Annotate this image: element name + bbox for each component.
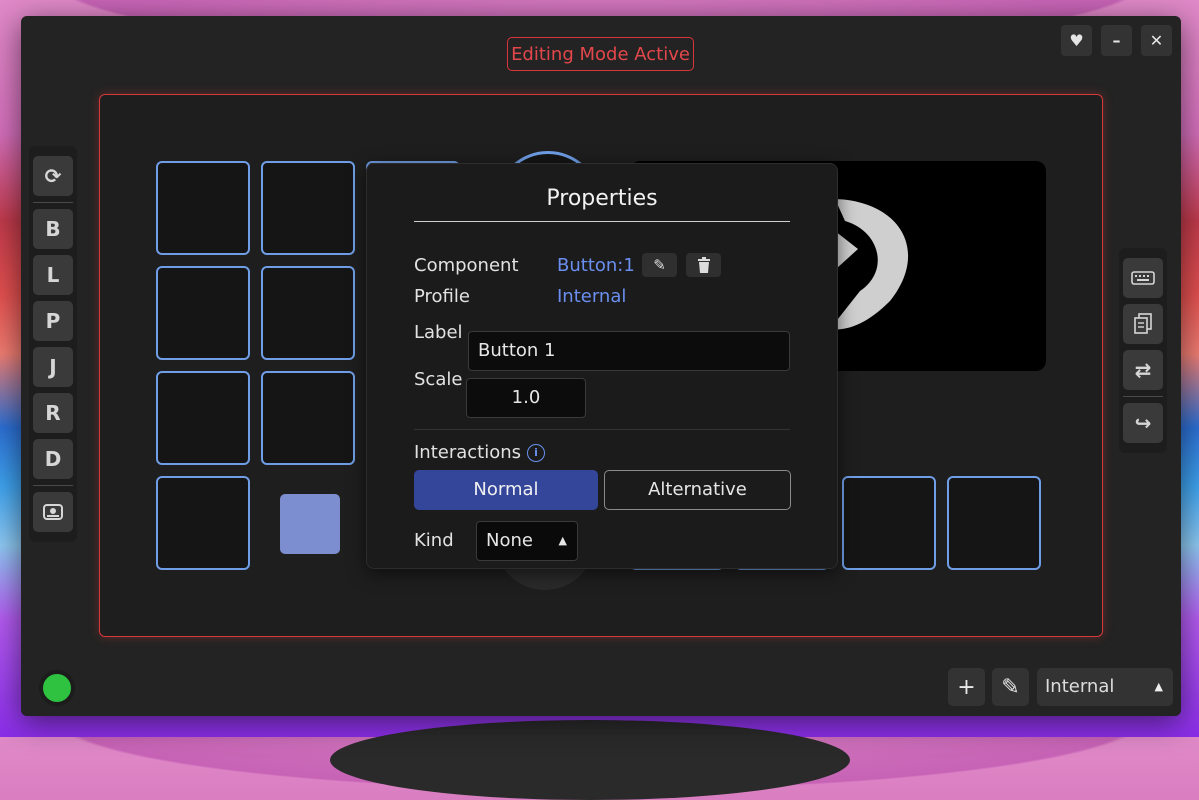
toolbar-divider bbox=[33, 485, 73, 486]
scale-label: Scale bbox=[414, 369, 463, 390]
panel-title: Properties bbox=[414, 186, 790, 222]
section-divider bbox=[414, 429, 790, 430]
copy-icon[interactable] bbox=[1123, 304, 1163, 344]
kind-select[interactable]: None ▲ bbox=[476, 521, 578, 561]
toolbar-button-d[interactable]: D bbox=[33, 439, 73, 479]
pad-button[interactable] bbox=[156, 476, 250, 570]
profile-select[interactable]: Internal ▲ bbox=[1037, 668, 1173, 706]
profile-label: Profile bbox=[414, 286, 470, 307]
keyboard-icon[interactable] bbox=[1123, 258, 1163, 298]
interactions-heading: Interactions i bbox=[414, 442, 546, 463]
kind-label: Kind bbox=[414, 530, 454, 551]
app-window: Editing Mode Active ♥ – ✕ ⟳ B L P J R D … bbox=[21, 16, 1181, 716]
toolbar-divider bbox=[1123, 396, 1163, 397]
toolbar-button-j[interactable]: J bbox=[33, 347, 73, 387]
toolbar-button-p[interactable]: P bbox=[33, 301, 73, 341]
pad-button[interactable] bbox=[156, 371, 250, 465]
profile-link[interactable]: Internal bbox=[557, 286, 626, 307]
delete-icon[interactable] bbox=[686, 253, 721, 277]
edit-icon[interactable]: ✎ bbox=[642, 253, 677, 277]
pad-button[interactable] bbox=[842, 476, 936, 570]
toolbar-button-l[interactable]: L bbox=[33, 255, 73, 295]
interactions-label: Interactions bbox=[414, 442, 522, 463]
edit-icon[interactable]: ✎ bbox=[992, 668, 1029, 706]
pad-button[interactable] bbox=[156, 266, 250, 360]
pad-button[interactable] bbox=[261, 371, 355, 465]
profile-select-value: Internal bbox=[1045, 676, 1115, 697]
component-link[interactable]: Button:1 bbox=[557, 255, 635, 276]
selected-pad-button[interactable] bbox=[280, 494, 340, 554]
add-button[interactable]: + bbox=[948, 668, 985, 706]
right-toolbar: ⇄ ↪ bbox=[1119, 248, 1167, 453]
close-icon[interactable]: ✕ bbox=[1141, 25, 1172, 56]
drive-icon[interactable] bbox=[33, 492, 73, 532]
component-label: Component bbox=[414, 255, 519, 276]
dropdown-arrow-icon: ▲ bbox=[558, 534, 567, 547]
kind-select-value: None bbox=[486, 530, 533, 551]
toolbar-button-r[interactable]: R bbox=[33, 393, 73, 433]
toolbar-button-b[interactable]: B bbox=[33, 209, 73, 249]
label-label: Label bbox=[414, 322, 463, 343]
left-toolbar: ⟳ B L P J R D bbox=[29, 146, 77, 542]
swap-icon[interactable]: ⇄ bbox=[1123, 350, 1163, 390]
wallpaper-shape bbox=[330, 720, 850, 800]
pad-button[interactable] bbox=[947, 476, 1041, 570]
heart-icon[interactable]: ♥ bbox=[1061, 25, 1092, 56]
editing-mode-badge: Editing Mode Active bbox=[507, 37, 694, 71]
properties-panel: Properties Component Button:1 ✎ Profile … bbox=[366, 163, 838, 569]
tab-normal[interactable]: Normal bbox=[414, 470, 598, 510]
pad-button[interactable] bbox=[156, 161, 250, 255]
pad-button[interactable] bbox=[261, 266, 355, 360]
dropdown-arrow-icon: ▲ bbox=[1154, 680, 1163, 693]
label-input[interactable]: Button 1 bbox=[468, 331, 790, 371]
scale-input[interactable]: 1.0 bbox=[466, 378, 586, 418]
share-icon[interactable]: ↪ bbox=[1123, 403, 1163, 443]
pad-button[interactable] bbox=[261, 161, 355, 255]
info-icon[interactable]: i bbox=[527, 443, 546, 462]
tab-alternative[interactable]: Alternative bbox=[604, 470, 791, 510]
toolbar-divider bbox=[33, 202, 73, 203]
status-indicator bbox=[39, 670, 75, 706]
refresh-icon[interactable]: ⟳ bbox=[33, 156, 73, 196]
minimize-icon[interactable]: – bbox=[1101, 25, 1132, 56]
